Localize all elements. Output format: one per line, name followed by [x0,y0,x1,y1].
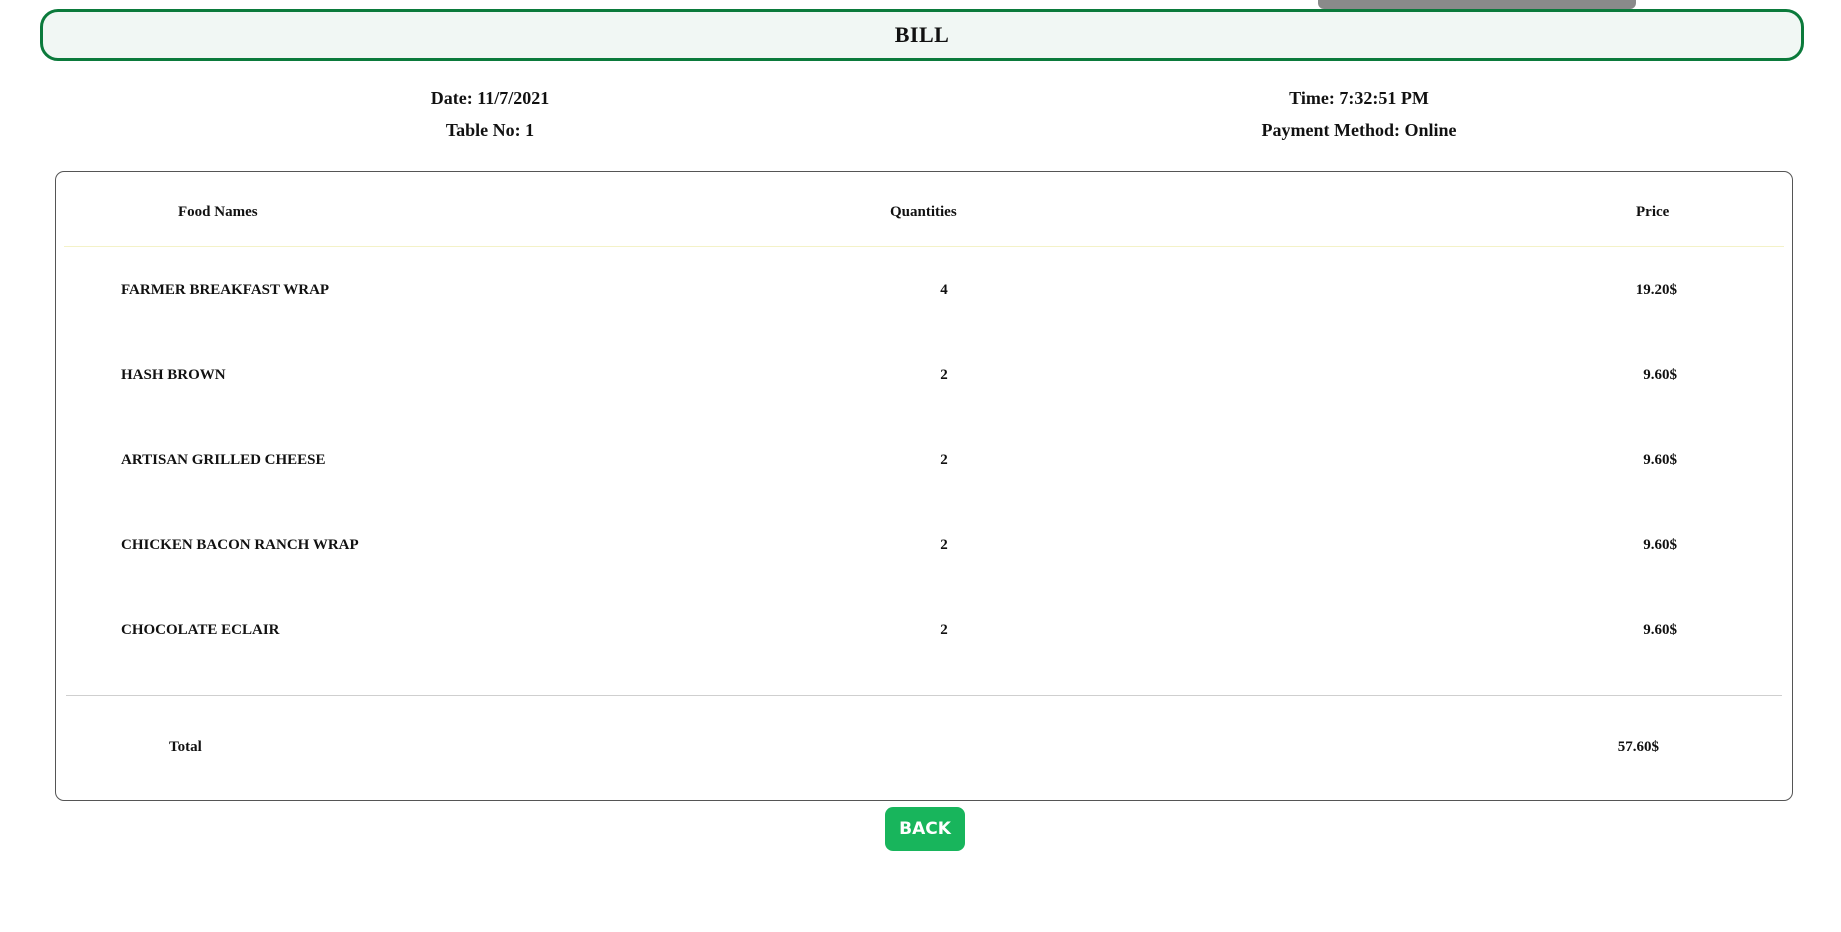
item-price: 19.20$ [1635,282,1677,298]
item-price: 9.60$ [1643,367,1677,383]
column-header-price: Price [1636,204,1670,220]
item-name: ARTISAN GRILLED CHEESE [121,452,326,468]
item-name: CHOCOLATE ECLAIR [121,622,280,638]
bill-header: BILL [40,9,1804,61]
back-button[interactable]: BACK [885,807,965,851]
item-price: 9.60$ [1643,452,1677,468]
column-header-quantities: Quantities [890,204,957,220]
item-quantity: 2 [940,452,948,468]
item-price: 9.60$ [1643,537,1677,553]
total-label: Total [169,739,202,755]
item-name: FARMER BREAKFAST WRAP [121,282,330,298]
bill-page: BILL Date: 11/7/2021 Table No: 1 Time: 7… [0,0,1841,932]
item-quantity: 2 [940,537,948,553]
item-quantity: 2 [940,622,948,638]
column-header-food-names: Food Names [178,204,258,220]
item-price: 9.60$ [1643,622,1677,638]
bill-date: Date: 11/7/2021 [430,88,550,108]
payment-method: Payment Method: Online [1261,120,1457,140]
bill-items-table: Food Names Quantities Price FARMER BREAK… [55,171,1793,801]
item-quantity: 4 [940,282,948,298]
top-tab-indicator [1318,0,1636,9]
item-name: CHICKEN BACON RANCH WRAP [121,537,359,553]
header-divider [64,246,1784,247]
item-name: HASH BROWN [121,367,226,383]
table-number: Table No: 1 [445,120,535,140]
bill-time: Time: 7:32:51 PM [1289,88,1429,108]
page-title: BILL [894,22,950,47]
item-quantity: 2 [940,367,948,383]
total-divider [66,695,1782,696]
total-value: 57.60$ [1617,739,1659,755]
